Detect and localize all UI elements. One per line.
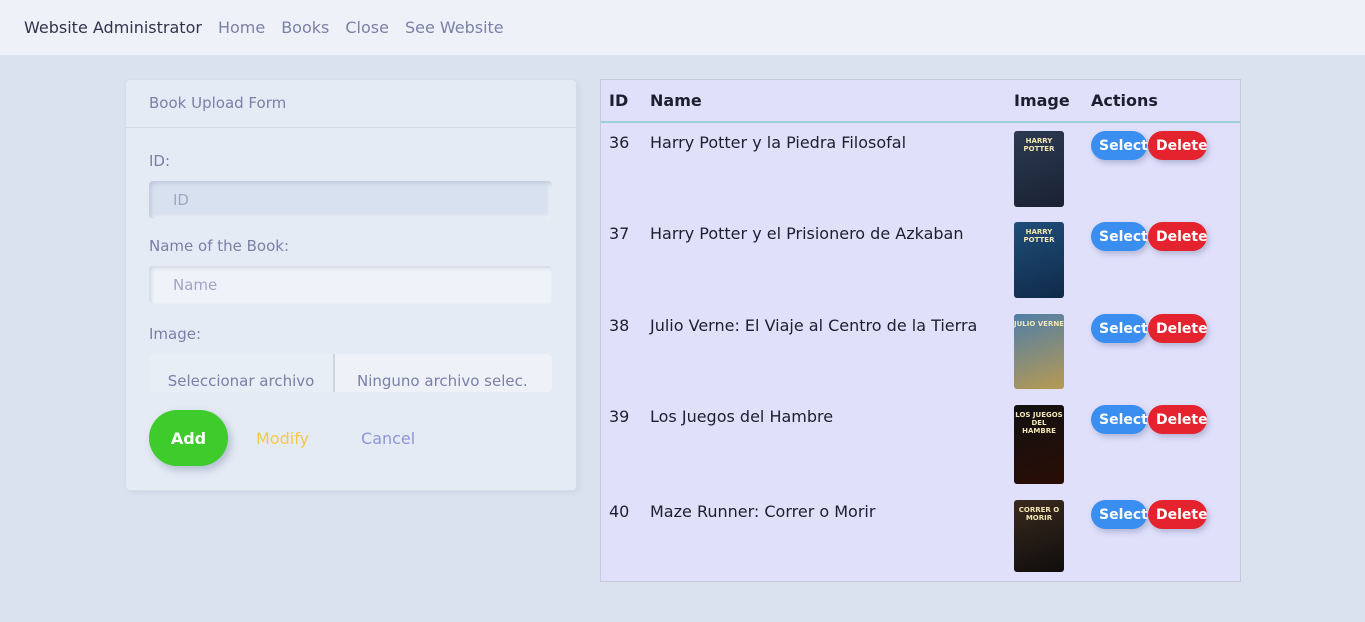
nav-link-books[interactable]: Books [281,18,329,37]
id-group: ID: [149,152,553,219]
cell-actions: Select Delete [1083,214,1240,306]
cell-id: 36 [609,133,630,152]
delete-button[interactable]: Delete [1148,131,1208,160]
form-body: ID: Name of the Book: Image: Seleccionar… [126,128,576,392]
id-label: ID: [149,152,171,170]
select-button[interactable]: Select [1091,131,1148,160]
book-cover-text: CORRER O MORIR [1018,506,1060,522]
select-button[interactable]: Select [1091,222,1148,251]
cell-actions: Select Delete [1083,492,1240,578]
name-input[interactable] [149,266,552,304]
book-cover-text: LOS JUEGOS DEL HAMBRE [1015,411,1063,435]
cancel-button[interactable]: Cancel [361,429,415,448]
book-cover-text: HARRY POTTER [1023,137,1055,153]
cell-actions: Select Delete [1083,122,1240,214]
header-id: ID [609,91,629,110]
nav-link-see-website[interactable]: See Website [405,18,504,37]
select-button[interactable]: Select [1091,405,1148,434]
navbar: Website Administrator Home Books Close S… [0,0,1365,55]
nav-link-home[interactable]: Home [218,18,265,37]
table-row: 39 Los Juegos del Hambre LOS JUEGOS DEL HA… [601,397,1240,492]
id-input[interactable] [149,181,552,219]
books-table-container: ID Name Image Actions 36 Harry Potter y l… [600,79,1241,582]
choose-file-button[interactable]: Seleccionar archivo [149,354,335,392]
name-group: Name of the Book: [149,237,553,304]
book-upload-form: Book Upload Form ID: Name of the Book: I… [126,80,576,490]
book-cover-image: JULIO VERNE [1014,314,1064,389]
delete-button[interactable]: Delete [1148,500,1208,529]
form-actions: Add Modify Cancel [149,410,415,466]
cell-name: Harry Potter y la Piedra Filosofal [650,133,907,152]
cell-name: Harry Potter y el Prisionero de Azkaban [650,224,964,243]
table-row: 40 Maze Runner: Correr o Morir CORRER O MO… [601,492,1240,578]
image-group: Image: Seleccionar archivo Ninguno archi… [149,325,553,392]
cell-id: 39 [609,407,630,426]
delete-button[interactable]: Delete [1148,405,1208,434]
cell-image: HARRY POTTER [1006,122,1083,214]
delete-button[interactable]: Delete [1148,314,1208,343]
header-actions: Actions [1091,91,1158,110]
select-button[interactable]: Select [1091,314,1148,343]
header-name: Name [650,91,702,110]
cell-image: HARRY POTTER [1006,214,1083,306]
book-cover-text: HARRY POTTER [1023,228,1055,244]
name-label: Name of the Book: [149,237,290,255]
image-label: Image: [149,325,202,343]
delete-button[interactable]: Delete [1148,222,1208,251]
book-cover-image: HARRY POTTER [1014,131,1064,207]
table-header-row: ID Name Image Actions [601,80,1240,122]
cell-name: Maze Runner: Correr o Morir [650,502,876,521]
table-row: 36 Harry Potter y la Piedra Filosofal HARR… [601,122,1240,214]
cell-image: CORRER O MORIR [1006,492,1083,578]
cell-id: 37 [609,224,630,243]
cell-name: Los Juegos del Hambre [650,407,834,426]
table-row: 38 Julio Verne: El Viaje al Centro de la … [601,306,1240,397]
cell-id: 40 [609,502,630,521]
header-image: Image [1014,91,1070,110]
brand-title[interactable]: Website Administrator [24,18,202,37]
file-status: Ninguno archivo selec. [335,354,552,392]
nav-link-close[interactable]: Close [345,18,389,37]
book-cover-text: JULIO VERNE [1014,320,1064,328]
cell-image: JULIO VERNE [1006,306,1083,397]
modify-button[interactable]: Modify [256,429,309,448]
books-table: ID Name Image Actions 36 Harry Potter y l… [601,80,1240,578]
add-button[interactable]: Add [149,410,228,466]
book-cover-image: HARRY POTTER [1014,222,1064,298]
cell-actions: Select Delete [1083,397,1240,492]
cell-actions: Select Delete [1083,306,1240,397]
form-title: Book Upload Form [126,80,576,128]
cell-image: LOS JUEGOS DEL HAMBRE [1006,397,1083,492]
book-cover-image: CORRER O MORIR [1014,500,1064,572]
table-row: 37 Harry Potter y el Prisionero de Azkaba… [601,214,1240,306]
cell-name: Julio Verne: El Viaje al Centro de la Ti… [650,316,978,335]
cell-id: 38 [609,316,630,335]
select-button[interactable]: Select [1091,500,1148,529]
file-input[interactable]: Seleccionar archivo Ninguno archivo sele… [149,354,552,392]
book-cover-image: LOS JUEGOS DEL HAMBRE [1014,405,1064,484]
